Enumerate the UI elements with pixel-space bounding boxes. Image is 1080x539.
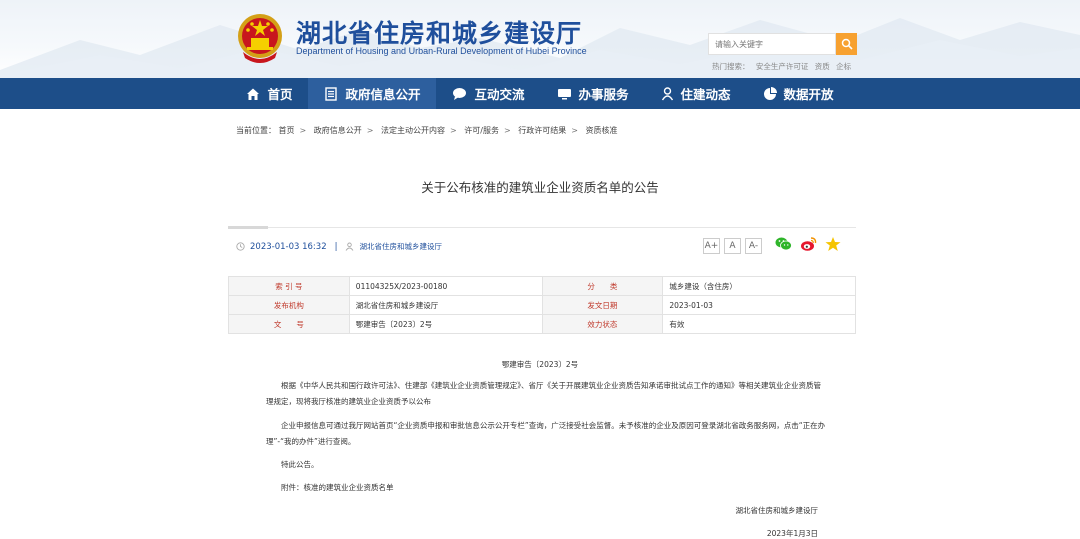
font-default-button[interactable]: A (724, 238, 741, 254)
chat-icon (453, 87, 467, 100)
breadcrumb-label: 当前位置： (236, 126, 276, 135)
table-row: 发布机构 湖北省住房和城乡建设厅 发文日期 2023-01-03 (228, 295, 856, 315)
breadcrumb-separator: > (450, 126, 457, 135)
breadcrumb-link[interactable]: 法定主动公开内容 (381, 126, 445, 135)
article-source: 湖北省住房和城乡建设厅 (359, 242, 442, 251)
nav-label: 数据开放 (783, 87, 834, 102)
attachment-link[interactable]: 附件：核准的建筑业企业资质名单 (281, 480, 841, 496)
site-header: 湖北省住房和城乡建设厅 Department of Housing and Ur… (0, 0, 1080, 78)
wechat-icon (775, 237, 792, 251)
nav-item-interaction[interactable]: 互动交流 (436, 78, 540, 109)
nav-label: 首页 (267, 87, 293, 102)
info-value: 有效 (662, 314, 856, 334)
publish-datetime: 2023-01-03 16:32 (250, 241, 327, 252)
site-subtitle: Department of Housing and Urban-Rural De… (296, 46, 587, 56)
breadcrumb-link[interactable]: 资质核准 (586, 126, 618, 135)
breadcrumb-separator: > (504, 126, 511, 135)
pie-chart-icon (763, 86, 777, 100)
wechat-share-button[interactable] (775, 236, 792, 252)
table-row: 文 号 鄂建审告〔2023〕2号 效力状态 有效 (228, 314, 856, 334)
nav-label: 政府信息公开 (345, 87, 421, 102)
hot-search-label: 热门搜索： (712, 62, 750, 71)
body-paragraph: 根据《中华人民共和国行政许可法》、住建部《建筑业企业资质管理规定》、省厅《关于开… (266, 381, 821, 406)
info-value: 01104325X/2023-00180 (348, 276, 543, 296)
signature-org: 湖北省住房和城乡建设厅 (735, 506, 819, 515)
favorite-button[interactable] (825, 236, 841, 252)
document-number: 鄂建审告〔2023〕2号 (501, 360, 579, 369)
nav-item-services[interactable]: 办事服务 (541, 78, 645, 109)
info-value: 2023-01-03 (662, 295, 856, 315)
info-value: 湖北省住房和城乡建设厅 (348, 295, 543, 315)
search-button[interactable] (836, 33, 857, 55)
user-icon (346, 242, 354, 251)
body-paragraph: 特此公告。 (281, 460, 319, 469)
table-row: 索 引 号 01104325X/2023-00180 分 类 城乡建设（含住房） (228, 276, 856, 296)
article-meta: 2023-01-03 16:32 | 湖北省住房和城乡建设厅 (236, 241, 442, 252)
breadcrumb-separator: > (366, 126, 374, 135)
hot-search-link[interactable]: 安全生产许可证 (756, 62, 809, 71)
hot-search-link[interactable]: 资质 (815, 62, 830, 71)
clock-icon (236, 242, 245, 251)
nav-item-home[interactable]: 首页 (230, 78, 308, 109)
document-icon (325, 86, 338, 101)
font-increase-button[interactable]: A+ (703, 238, 720, 254)
info-label: 索 引 号 (228, 276, 350, 296)
breadcrumb-separator: > (299, 126, 307, 135)
info-value: 鄂建审告〔2023〕2号 (348, 314, 543, 334)
main-nav: 首页 政府信息公开 互动交流 办事服务 住建动态 数据开放 (0, 78, 1080, 109)
weibo-icon (801, 237, 817, 251)
nav-item-gov-info[interactable]: 政府信息公开 (308, 78, 437, 109)
body-paragraph: 企业申报信息可通过我厅网站首页“企业资质申报和审批信息公示公开专栏”查询，广泛接… (266, 421, 826, 446)
site-title: 湖北省住房和城乡建设厅 (296, 19, 583, 48)
monitor-icon (557, 88, 571, 99)
nav-label: 互动交流 (474, 87, 525, 102)
nav-item-news[interactable]: 住建动态 (645, 78, 747, 109)
breadcrumb-link[interactable]: 首页 (279, 126, 295, 135)
search-icon (841, 38, 853, 50)
nav-item-open-data[interactable]: 数据开放 (747, 78, 850, 109)
info-label: 文 号 (228, 314, 350, 334)
info-table: 索 引 号 01104325X/2023-00180 分 类 城乡建设（含住房）… (228, 276, 856, 334)
breadcrumb-link[interactable]: 行政许可结果 (518, 126, 566, 135)
meta-divider: | (334, 241, 338, 252)
person-icon (661, 86, 673, 100)
home-icon (247, 88, 260, 100)
divider-accent (228, 226, 268, 229)
share-bar (775, 236, 841, 252)
info-value: 城乡建设（含住房） (662, 276, 856, 296)
search-input[interactable]: 请输入关键字 (708, 33, 836, 55)
breadcrumb: 当前位置： 首页 > 政府信息公开 > 法定主动公开内容 > 许可/服务 > 行政许可结… (236, 125, 618, 136)
weibo-share-button[interactable] (800, 236, 817, 252)
star-icon (825, 237, 841, 251)
article-title: 关于公布核准的建筑业企业资质名单的公告 (421, 180, 659, 195)
info-label: 发布机构 (228, 295, 350, 315)
font-size-controls: A+ A A- (703, 238, 762, 254)
info-label: 发文日期 (541, 295, 664, 315)
hot-search: 热门搜索： 安全生产许可证 资质 企标 (712, 61, 855, 72)
info-label: 效力状态 (541, 314, 664, 334)
font-decrease-button[interactable]: A- (745, 238, 762, 254)
breadcrumb-link[interactable]: 政府信息公开 (314, 126, 362, 135)
breadcrumb-link[interactable]: 许可/服务 (464, 126, 499, 135)
signature-date: 2023年1月3日 (766, 529, 818, 538)
nav-label: 办事服务 (578, 87, 629, 102)
hot-search-link[interactable]: 企标 (836, 62, 851, 71)
national-emblem-icon (238, 14, 282, 63)
info-label: 分 类 (541, 276, 664, 296)
nav-label: 住建动态 (680, 87, 731, 102)
divider (228, 227, 856, 228)
breadcrumb-separator: > (571, 126, 578, 135)
